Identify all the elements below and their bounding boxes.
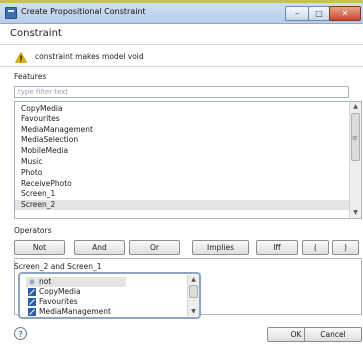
- feature-item-mediaselection[interactable]: MediaSelection: [15, 135, 349, 145]
- feature-item-receivephoto[interactable]: ReceivePhoto: [15, 179, 349, 189]
- popup-scroll-thumb[interactable]: [189, 285, 198, 298]
- feature-icon: [28, 288, 36, 296]
- warning-message: constraint makes model void: [35, 52, 144, 61]
- feature-item-favourites[interactable]: Favourites: [15, 114, 349, 124]
- feature-item-screen-1[interactable]: Screen_1: [15, 189, 349, 199]
- app-icon: [5, 7, 17, 19]
- feature-filter-input[interactable]: [14, 86, 349, 98]
- operator-or-button[interactable]: Or: [129, 240, 180, 255]
- feature-item-mediamanagement[interactable]: MediaManagement: [15, 125, 349, 135]
- cancel-button[interactable]: Cancel: [304, 327, 362, 342]
- maximize-button[interactable]: □: [308, 6, 330, 21]
- features-label: Features: [14, 72, 47, 81]
- minimize-button[interactable]: –: [285, 6, 309, 21]
- feature-item-mobilemedia[interactable]: MobileMedia: [15, 146, 349, 156]
- operator-and-button[interactable]: And: [74, 240, 125, 255]
- feature-item-photo[interactable]: Photo: [15, 168, 349, 178]
- warning-separator: [0, 66, 363, 67]
- autocomplete-popup[interactable]: not CopyMedia Favourites MediaManagement…: [18, 272, 201, 319]
- autocomplete-item-not[interactable]: not: [26, 277, 126, 287]
- operator-open-paren-button[interactable]: (: [302, 240, 329, 255]
- feature-icon: [28, 308, 36, 316]
- popup-scroll-down-icon[interactable]: ▼: [188, 307, 199, 316]
- feature-item-music[interactable]: Music: [15, 157, 349, 167]
- scroll-up-icon[interactable]: ▲: [350, 102, 361, 112]
- operators-label: Operators: [14, 226, 52, 235]
- operator-close-paren-button[interactable]: ): [332, 240, 359, 255]
- autocomplete-item-favourites[interactable]: Favourites: [26, 297, 186, 307]
- window-title: Create Propositional Constraint: [21, 7, 146, 16]
- scroll-grip-icon: ≡: [352, 134, 358, 142]
- features-list[interactable]: CopyMedia Favourites MediaManagement Med…: [14, 101, 362, 219]
- feature-icon: [28, 298, 36, 306]
- operator-not-button[interactable]: Not: [14, 240, 65, 255]
- features-scrollbar[interactable]: ▲ ≡ ▼: [349, 102, 361, 218]
- title-bar[interactable]: Create Propositional Constraint – □ ✕: [0, 3, 363, 24]
- section-title: Constraint: [10, 28, 62, 39]
- warning-icon: [15, 52, 27, 63]
- help-icon[interactable]: ?: [14, 327, 27, 340]
- scroll-down-icon[interactable]: ▼: [350, 208, 361, 218]
- autocomplete-item-copymedia[interactable]: CopyMedia: [26, 287, 186, 297]
- operator-iff-button[interactable]: Iff: [256, 240, 298, 255]
- editor-top-border: [14, 258, 362, 259]
- constraint-expression[interactable]: Screen_2 and Screen_1: [14, 262, 102, 271]
- feature-item-screen-2[interactable]: Screen_2: [15, 200, 349, 210]
- autocomplete-item-mediamanagement[interactable]: MediaManagement: [26, 307, 186, 317]
- keyword-dot-icon: [29, 279, 35, 285]
- header-separator: [0, 44, 363, 45]
- feature-item-copymedia[interactable]: CopyMedia: [15, 104, 349, 114]
- close-button[interactable]: ✕: [329, 6, 361, 21]
- autocomplete-scrollbar[interactable]: ▲ ▼: [187, 275, 199, 316]
- operator-implies-button[interactable]: Implies: [192, 240, 249, 255]
- popup-scroll-up-icon[interactable]: ▲: [188, 275, 199, 284]
